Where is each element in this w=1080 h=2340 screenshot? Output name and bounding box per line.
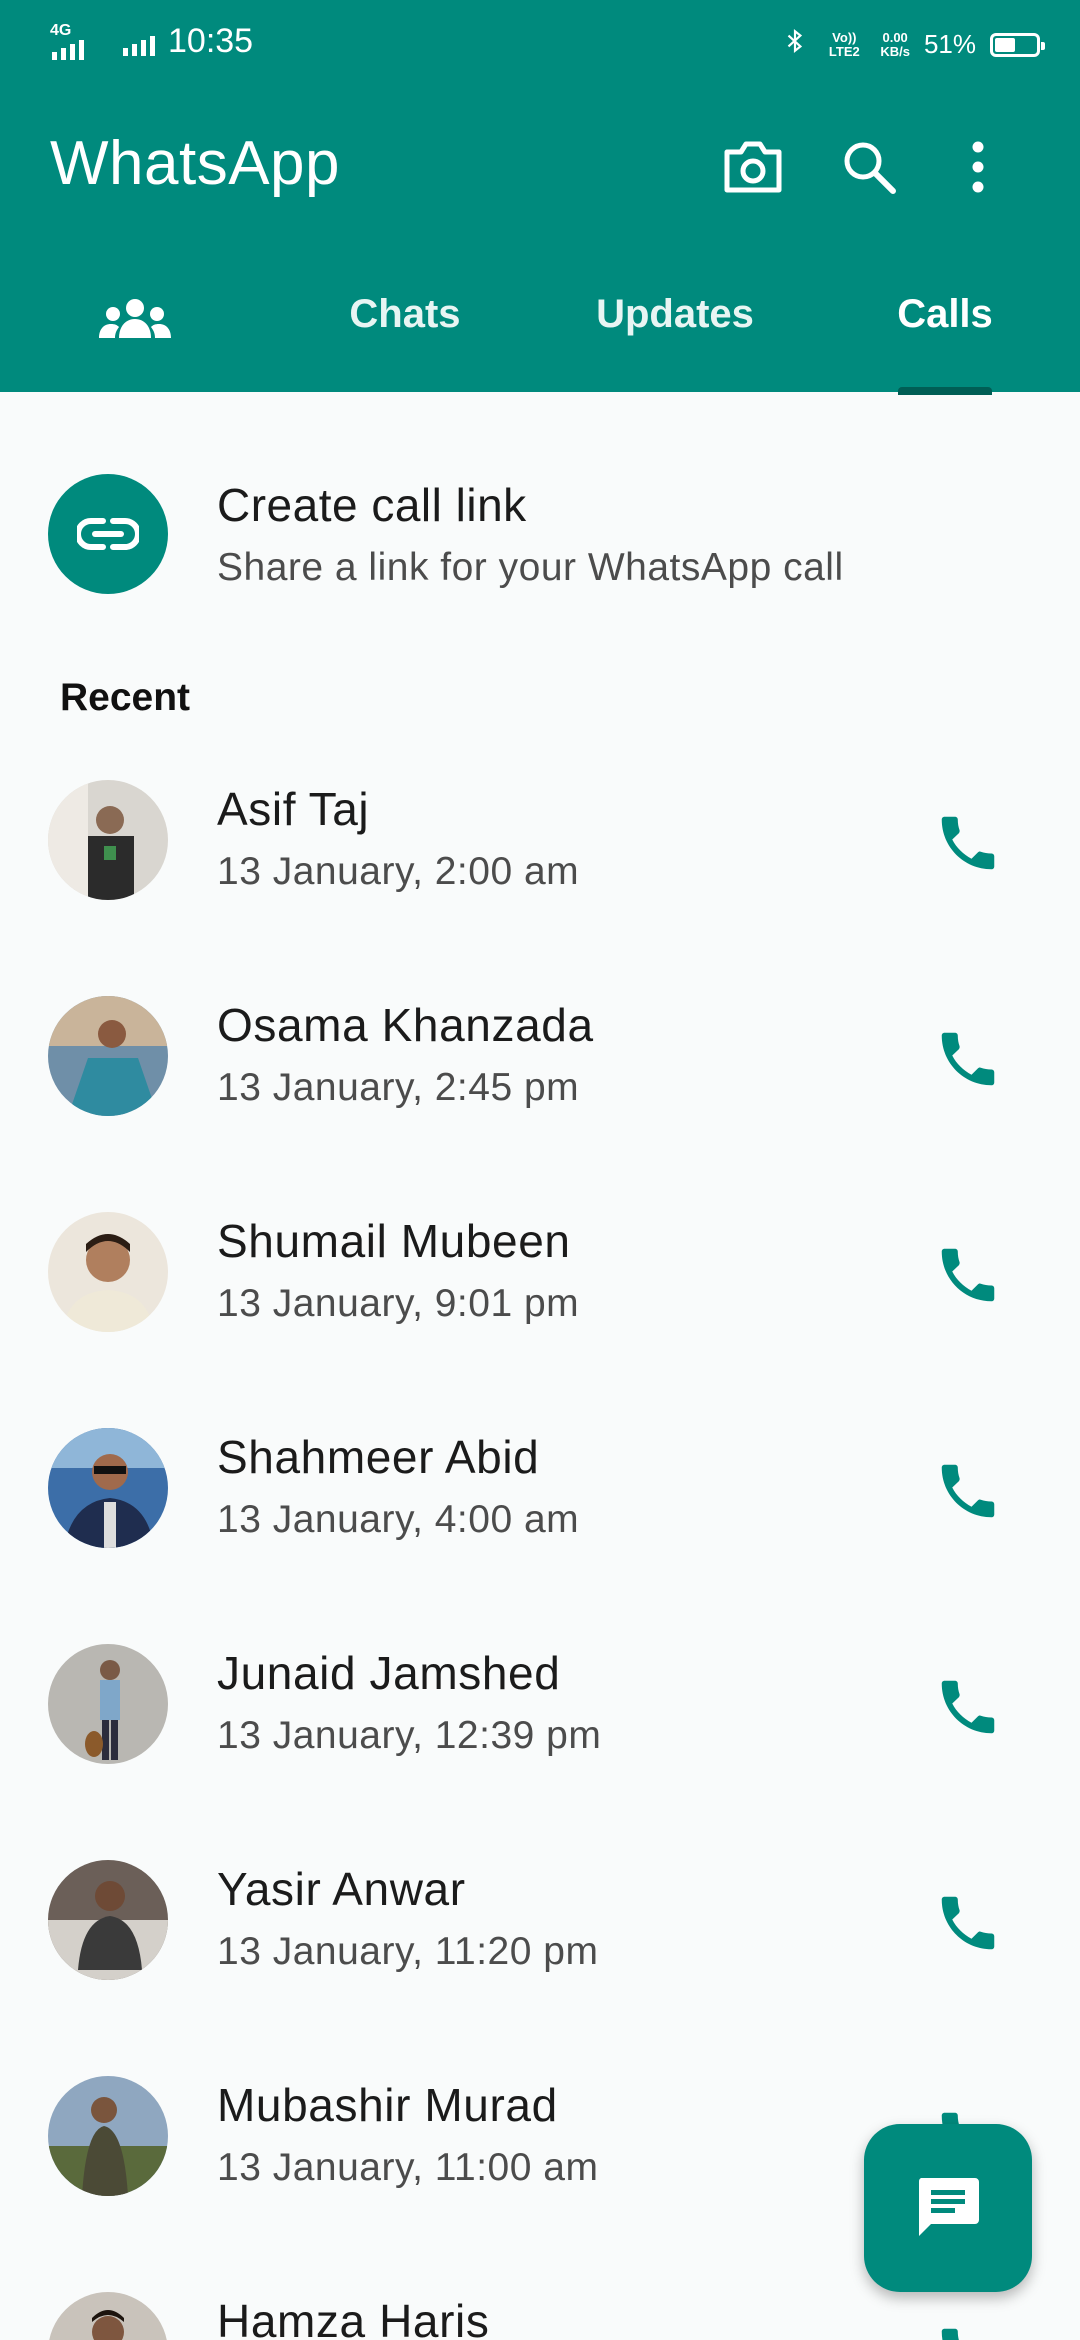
avatar[interactable]	[48, 1860, 168, 1980]
avatar[interactable]	[48, 780, 168, 900]
phone-icon[interactable]	[933, 1456, 1003, 1526]
contact-name: Shumail Mubeen	[217, 1215, 571, 1267]
call-row[interactable]: Shahmeer Abid 13 January, 4:00 am	[0, 1408, 1080, 1608]
phone-icon[interactable]	[933, 808, 1003, 878]
phone-icon[interactable]	[933, 1888, 1003, 1958]
signal-icon	[52, 40, 84, 60]
create-link-title: Create call link	[217, 479, 527, 531]
avatar[interactable]	[48, 1644, 168, 1764]
contact-name: Asif Taj	[217, 783, 370, 835]
tab-calls-indicator	[898, 387, 992, 395]
avatar[interactable]	[48, 2292, 168, 2340]
call-row[interactable]: Yasir Anwar 13 January, 11:20 pm	[0, 1840, 1080, 2040]
contact-name: Mubashir Murad	[217, 2079, 558, 2131]
tab-calls[interactable]: Calls	[880, 292, 1010, 352]
new-chat-button[interactable]	[864, 2124, 1032, 2292]
speed-value: 0.00	[882, 29, 908, 45]
contact-name: Hamza Haris	[217, 2295, 490, 2340]
search-icon[interactable]	[834, 132, 904, 202]
call-row[interactable]: Asif Taj 13 January, 2:00 am	[0, 760, 1080, 960]
avatar[interactable]	[48, 1212, 168, 1332]
volte-indicator: Vo)) LTE2	[828, 29, 860, 59]
avatar[interactable]	[48, 996, 168, 1116]
call-time: 13 January, 9:01 pm	[217, 1282, 580, 1325]
battery-level	[995, 37, 1015, 52]
battery-icon	[990, 32, 1045, 57]
call-time: 13 January, 11:20 pm	[217, 1930, 599, 1973]
phone-icon[interactable]	[933, 2320, 1003, 2340]
tab-communities[interactable]	[95, 298, 175, 358]
camera-icon[interactable]	[718, 132, 788, 202]
contact-name: Yasir Anwar	[217, 1863, 466, 1915]
phone-icon[interactable]	[933, 1240, 1003, 1310]
tab-chats[interactable]: Chats	[330, 292, 480, 352]
call-row[interactable]: Shumail Mubeen 13 January, 9:01 pm	[0, 1192, 1080, 1392]
link-icon	[48, 474, 168, 594]
call-row[interactable]: Osama Khanzada 13 January, 2:45 pm	[0, 976, 1080, 1176]
status-time: 10:35	[168, 22, 254, 60]
call-time: 13 January, 4:00 am	[217, 1498, 580, 1541]
network-type: 4G	[50, 22, 72, 39]
network-speed: 0.00 KB/s	[880, 29, 910, 59]
status-bar: 4G 10:35 Vo)) LTE2 0.00 KB/s 51%	[0, 0, 1080, 86]
signal-icon	[123, 36, 155, 56]
avatar[interactable]	[48, 1428, 168, 1548]
call-time: 13 January, 11:00 am	[217, 2146, 599, 2189]
contact-name: Junaid Jamshed	[217, 1647, 561, 1699]
app-title: WhatsApp	[50, 129, 341, 198]
avatar[interactable]	[48, 2076, 168, 2196]
more-options-icon[interactable]	[943, 132, 1013, 202]
recent-heading: Recent	[60, 676, 191, 719]
contact-name: Osama Khanzada	[217, 999, 594, 1051]
message-icon	[915, 2174, 981, 2243]
communities-icon	[97, 299, 173, 351]
tab-updates[interactable]: Updates	[580, 292, 770, 352]
app-header: 4G 10:35 Vo)) LTE2 0.00 KB/s 51% WhatsAp…	[0, 0, 1080, 395]
create-call-link[interactable]: Create call link Share a link for your W…	[0, 460, 1080, 610]
call-time: 13 January, 2:00 am	[217, 850, 580, 893]
battery-percent: 51%	[923, 29, 976, 59]
create-link-subtitle: Share a link for your WhatsApp call	[217, 546, 844, 589]
call-row[interactable]: Junaid Jamshed 13 January, 12:39 pm	[0, 1624, 1080, 1824]
phone-icon[interactable]	[933, 1024, 1003, 1094]
phone-icon[interactable]	[933, 1672, 1003, 1742]
contact-name: Shahmeer Abid	[217, 1431, 540, 1483]
call-time: 13 January, 2:45 pm	[217, 1066, 580, 1109]
speed-unit: KB/s	[880, 43, 910, 59]
call-time: 13 January, 12:39 pm	[217, 1714, 602, 1757]
bluetooth-icon	[782, 24, 808, 65]
